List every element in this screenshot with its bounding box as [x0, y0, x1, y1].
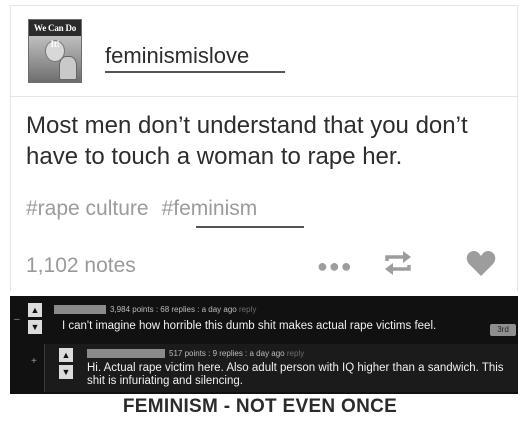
reply-link[interactable]: reply: [287, 349, 304, 358]
upvote-arrow-icon[interactable]: ▲: [59, 348, 73, 362]
comment-meta-stats: 3,984 points : 68 replies : a day ago: [110, 305, 237, 314]
upvote-arrow-icon[interactable]: ▲: [28, 303, 42, 317]
tag-underline: [196, 226, 304, 228]
heart-icon[interactable]: [466, 250, 496, 277]
post-body: Most men don’t understand that you don’t…: [26, 112, 468, 170]
tag-list: #rape culture #feminism: [26, 197, 270, 221]
reply-link[interactable]: reply: [239, 305, 256, 314]
comment-meta-stats: 517 points : 9 replies : a day ago: [169, 349, 285, 358]
notes-count[interactable]: 1,102 notes: [26, 254, 136, 278]
comment-meta: 3,984 points : 68 replies : a day ago re…: [110, 305, 256, 314]
username-link[interactable]: feminismislove: [105, 43, 249, 69]
downvote-arrow-icon[interactable]: ▼: [28, 320, 42, 334]
avatar-figure-arm: [59, 56, 77, 80]
comment-meta: 517 points : 9 replies : a day ago reply: [169, 349, 304, 358]
more-dots-icon[interactable]: ●●●: [317, 256, 353, 277]
downvote-arrow-icon[interactable]: ▼: [59, 365, 73, 379]
comment-thread: – ▲ ▼ 3,984 points : 68 replies : a day …: [10, 296, 518, 394]
post-footer: 1,102 notes ●●●: [26, 248, 506, 278]
comment-reply: + ▲ ▼ 517 points : 9 replies : a day ago…: [31, 344, 518, 392]
tag-feminism[interactable]: #feminism: [162, 197, 258, 220]
redacted-username: [87, 349, 165, 358]
avatar-banner-text: We Can Do It!: [29, 20, 81, 49]
collapse-toggle[interactable]: –: [14, 314, 20, 325]
avatar[interactable]: We Can Do It!: [28, 19, 82, 83]
redacted-username: [54, 305, 106, 314]
meme-caption: FEMINISM - NOT EVEN ONCE: [122, 396, 398, 417]
comment-text: I can't imagine how horrible this dumb s…: [62, 320, 437, 332]
tag-rape-culture[interactable]: #rape culture: [26, 197, 149, 220]
rank-badge: 3rd: [490, 324, 516, 336]
comment-text: Hi. Actual rape victim here. Also adult …: [87, 362, 504, 387]
username-underline: [105, 71, 285, 73]
reblog-icon[interactable]: [383, 250, 413, 276]
expand-toggle[interactable]: +: [31, 356, 37, 367]
comment: – ▲ ▼ 3,984 points : 68 replies : a day …: [10, 300, 518, 338]
post-header: We Can Do It! feminismislove: [10, 5, 518, 97]
